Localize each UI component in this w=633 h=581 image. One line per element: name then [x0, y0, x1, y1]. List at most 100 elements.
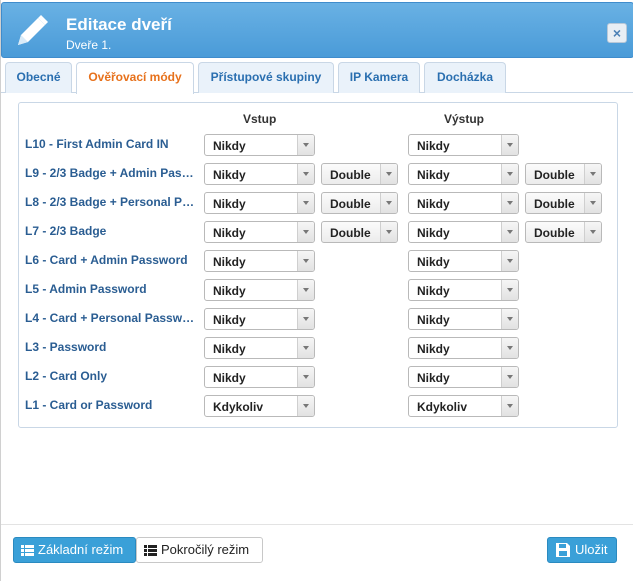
input-mode-select-value: Nikdy	[213, 284, 246, 298]
input-mode-select-value: Nikdy	[213, 255, 246, 269]
input-badge-select[interactable]: Double	[321, 163, 398, 185]
input-badge-select-value: Double	[330, 197, 371, 211]
output-mode-select-value: Nikdy	[417, 226, 450, 240]
tab-ip-camera[interactable]: IP Kamera	[338, 62, 420, 93]
dialog-footer: Základní režim Pokročilý režim Uložit	[1, 524, 633, 581]
list-icon	[21, 545, 34, 556]
output-mode-select[interactable]: Nikdy	[408, 250, 519, 272]
input-mode-select-value: Nikdy	[213, 197, 246, 211]
chevron-down-icon	[297, 367, 314, 387]
output-badge-select[interactable]: Double	[525, 163, 602, 185]
output-mode-select[interactable]: Nikdy	[408, 337, 519, 359]
edit-door-dialog: Editace dveří Dveře 1. × Obecné Ověřovac…	[0, 0, 633, 581]
output-mode-select-value: Nikdy	[417, 342, 450, 356]
save-label: Uložit	[575, 542, 608, 557]
list-icon	[144, 545, 157, 556]
input-mode-select-value: Nikdy	[213, 342, 246, 356]
chevron-down-icon	[584, 193, 601, 213]
output-badge-select-value: Double	[534, 168, 575, 182]
pencil-icon	[18, 15, 48, 45]
chevron-down-icon	[501, 367, 518, 387]
input-mode-select[interactable]: Nikdy	[204, 279, 315, 301]
mode-label: L5 - Admin Password	[25, 282, 147, 296]
output-mode-select-value: Nikdy	[417, 371, 450, 385]
mode-label: L7 - 2/3 Badge	[25, 224, 107, 238]
mode-label: L2 - Card Only	[25, 369, 108, 383]
output-mode-select[interactable]: Kdykoliv	[408, 395, 519, 417]
advanced-mode-label: Pokročilý režim	[161, 542, 250, 557]
chevron-down-icon	[380, 164, 397, 184]
input-mode-select-value: Nikdy	[213, 313, 246, 327]
output-badge-select[interactable]: Double	[525, 192, 602, 214]
input-mode-select[interactable]: Kdykoliv	[204, 395, 315, 417]
input-mode-select[interactable]: Nikdy	[204, 221, 315, 243]
dialog-subtitle: Dveře 1.	[66, 38, 112, 52]
chevron-down-icon	[297, 280, 314, 300]
input-mode-select-value: Kdykoliv	[213, 400, 264, 414]
output-mode-select[interactable]: Nikdy	[408, 279, 519, 301]
tab-verification-modes[interactable]: Ověřovací módy	[76, 62, 194, 94]
chevron-down-icon	[501, 251, 518, 271]
chevron-down-icon	[297, 309, 314, 329]
output-mode-select-value: Nikdy	[417, 139, 450, 153]
output-mode-select[interactable]: Nikdy	[408, 366, 519, 388]
chevron-down-icon	[297, 135, 314, 155]
input-mode-select[interactable]: Nikdy	[204, 308, 315, 330]
output-mode-select[interactable]: Nikdy	[408, 308, 519, 330]
input-mode-select-value: Nikdy	[213, 371, 246, 385]
output-mode-select-value: Nikdy	[417, 255, 450, 269]
mode-label: L4 - Card + Personal Password	[25, 311, 197, 325]
chevron-down-icon	[297, 338, 314, 358]
mode-label: L10 - First Admin Card IN	[25, 137, 169, 151]
chevron-down-icon	[584, 164, 601, 184]
input-mode-select[interactable]: Nikdy	[204, 337, 315, 359]
chevron-down-icon	[501, 280, 518, 300]
mode-label: L9 - 2/3 Badge + Admin Password	[25, 166, 197, 180]
advanced-mode-button[interactable]: Pokročilý režim	[136, 537, 263, 563]
chevron-down-icon	[297, 222, 314, 242]
input-mode-select[interactable]: Nikdy	[204, 163, 315, 185]
output-mode-select-value: Nikdy	[417, 168, 450, 182]
output-mode-select-value: Nikdy	[417, 197, 450, 211]
input-mode-select[interactable]: Nikdy	[204, 250, 315, 272]
basic-mode-button[interactable]: Základní režim	[13, 537, 136, 563]
output-badge-select-value: Double	[534, 226, 575, 240]
mode-label: L1 - Card or Password	[25, 398, 153, 412]
output-mode-select[interactable]: Nikdy	[408, 163, 519, 185]
input-badge-select-value: Double	[330, 226, 371, 240]
mode-label: L3 - Password	[25, 340, 107, 354]
chevron-down-icon	[501, 396, 518, 416]
chevron-down-icon	[297, 251, 314, 271]
input-mode-select-value: Nikdy	[213, 139, 246, 153]
tab-attendance[interactable]: Docházka	[424, 62, 506, 93]
chevron-down-icon	[380, 222, 397, 242]
dialog-title: Editace dveří	[66, 15, 172, 34]
basic-mode-label: Základní režim	[38, 542, 124, 557]
input-badge-select[interactable]: Double	[321, 192, 398, 214]
tab-access-groups[interactable]: Přístupové skupiny	[198, 62, 334, 93]
column-header-input: Vstup	[243, 112, 277, 126]
dialog-header: Editace dveří Dveře 1. ×	[1, 2, 633, 58]
output-mode-select[interactable]: Nikdy	[408, 221, 519, 243]
chevron-down-icon	[501, 309, 518, 329]
output-mode-select-value: Nikdy	[417, 284, 450, 298]
output-mode-select[interactable]: Nikdy	[408, 192, 519, 214]
input-mode-select-value: Nikdy	[213, 168, 246, 182]
input-badge-select[interactable]: Double	[321, 221, 398, 243]
column-header-output: Výstup	[444, 112, 485, 126]
output-badge-select[interactable]: Double	[525, 221, 602, 243]
input-mode-select[interactable]: Nikdy	[204, 366, 315, 388]
save-button[interactable]: Uložit	[547, 537, 617, 563]
input-badge-select-value: Double	[330, 168, 371, 182]
mode-label: L6 - Card + Admin Password	[25, 253, 188, 267]
input-mode-select[interactable]: Nikdy	[204, 192, 315, 214]
chevron-down-icon	[501, 222, 518, 242]
chevron-down-icon	[501, 135, 518, 155]
close-button[interactable]: ×	[607, 23, 627, 43]
tab-general[interactable]: Obecné	[5, 62, 72, 93]
input-mode-select[interactable]: Nikdy	[204, 134, 315, 156]
output-mode-select[interactable]: Nikdy	[408, 134, 519, 156]
output-badge-select-value: Double	[534, 197, 575, 211]
input-mode-select-value: Nikdy	[213, 226, 246, 240]
floppy-disk-icon	[556, 543, 570, 557]
